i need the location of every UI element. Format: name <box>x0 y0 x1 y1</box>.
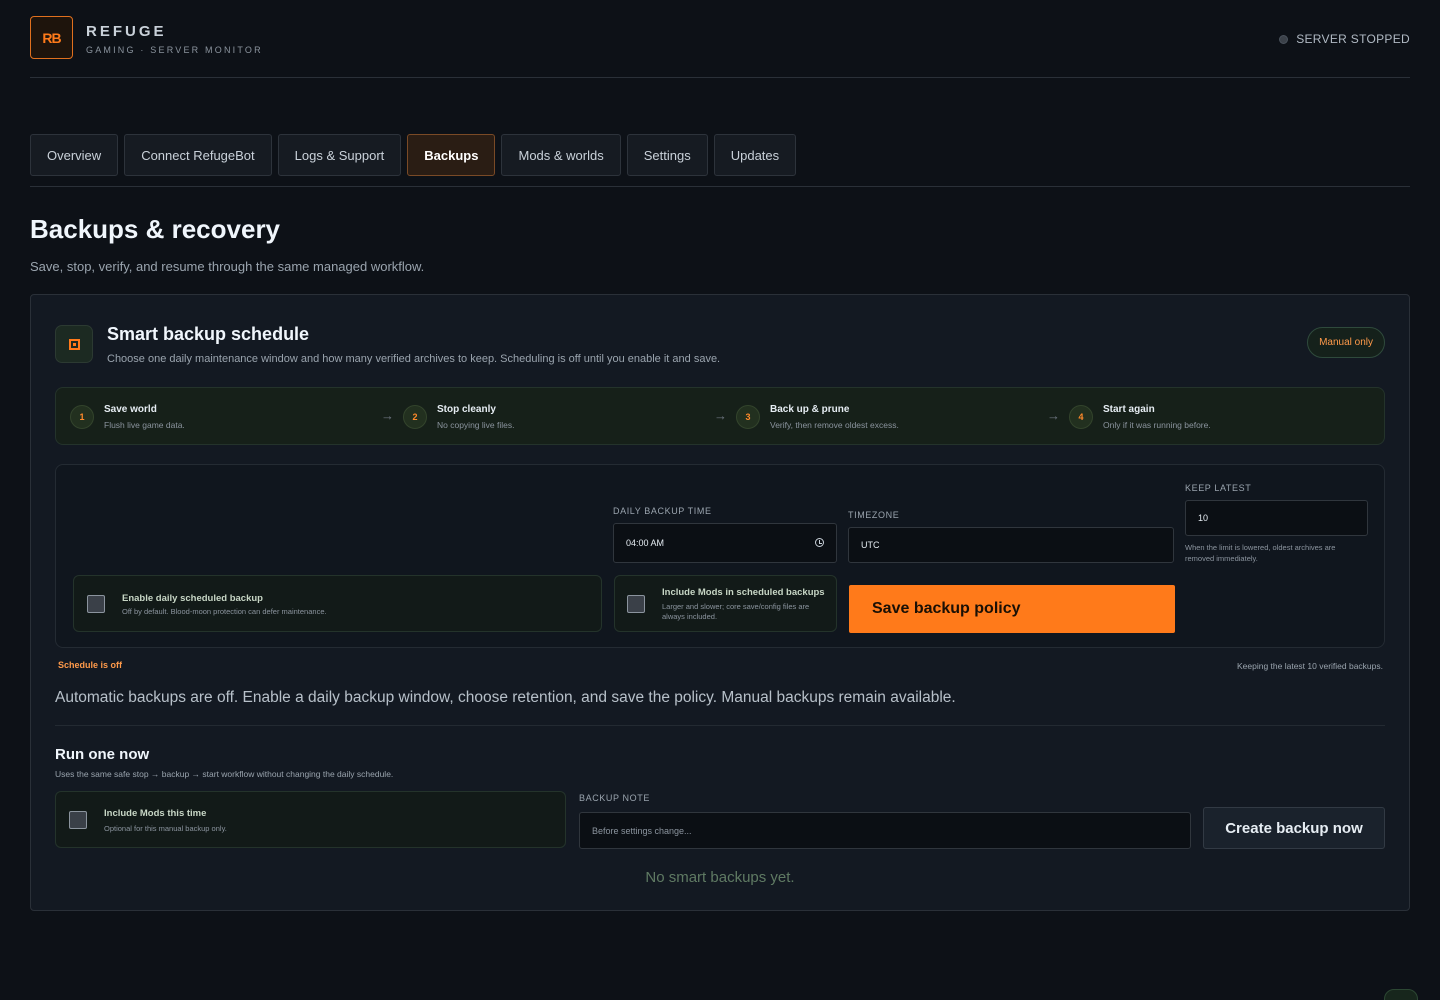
step-number: 3 <box>736 405 760 429</box>
step-desc: Flush live game data. <box>104 420 185 430</box>
step-title: Stop cleanly <box>437 404 496 415</box>
page-subtitle: Save, stop, verify, and resume through t… <box>30 259 425 274</box>
empty-backups-message: No smart backups yet. <box>645 869 795 886</box>
page-title: Backups & recovery <box>30 214 281 244</box>
step-title: Back up & prune <box>770 404 850 415</box>
include-mods-manual-option[interactable]: Include Mods this time Optional for this… <box>55 791 566 848</box>
step-stop-cleanly: 2 Stop cleanly No copying live files. <box>403 404 514 430</box>
tab-overview[interactable]: Overview <box>30 134 119 176</box>
include-mods-manual-checkbox[interactable] <box>69 811 87 829</box>
app-header: RB REFUGE GAMING · SERVER MONITOR SERVER… <box>30 16 1410 78</box>
manual-only-badge: Manual only <box>1307 327 1385 358</box>
backup-note-input[interactable] <box>579 812 1191 849</box>
policy-form: DAILY BACKUP TIME 04:00 AM TIMEZONE UTC … <box>55 464 1385 648</box>
daily-time-value: 04:00 AM <box>626 538 665 548</box>
save-backup-policy-button[interactable]: Save backup policy <box>849 585 1175 633</box>
keep-latest-value: 10 <box>1198 513 1209 523</box>
step-number: 4 <box>1069 405 1093 429</box>
backup-note-label: BACKUP NOTE <box>579 793 650 803</box>
include-mods-manual-desc: Optional for this manual backup only. <box>104 824 227 833</box>
server-status: SERVER STOPPED <box>1279 32 1410 46</box>
include-mods-scheduled-checkbox[interactable] <box>627 595 645 613</box>
timezone-value: UTC <box>861 540 880 550</box>
arrow-right-icon: → <box>1047 408 1060 423</box>
floating-action-button[interactable] <box>1384 989 1418 1000</box>
section-divider <box>55 725 1385 726</box>
schedule-icon <box>55 325 93 363</box>
logo-text: RB <box>42 29 61 46</box>
create-backup-now-button[interactable]: Create backup now <box>1203 807 1385 849</box>
tab-connect-refugebot[interactable]: Connect RefugeBot <box>124 134 272 176</box>
step-start-again: 4 Start again Only if it was running bef… <box>1069 404 1211 430</box>
tab-settings[interactable]: Settings <box>626 134 708 176</box>
brand-title: REFUGE <box>86 23 167 40</box>
tab-logs-support[interactable]: Logs & Support <box>277 134 402 176</box>
tabs-divider <box>30 186 1410 187</box>
main-tabs: Overview Connect RefugeBot Logs & Suppor… <box>30 134 797 176</box>
status-dot-icon <box>1279 34 1289 44</box>
step-back-up-prune: 3 Back up & prune Verify, then remove ol… <box>736 404 899 430</box>
keep-latest-help: When the limit is lowered, oldest archiv… <box>1185 543 1336 563</box>
server-status-text: SERVER STOPPED <box>1296 32 1410 46</box>
include-mods-scheduled-title: Include Mods in scheduled backups <box>662 587 825 598</box>
schedule-status: Schedule is off <box>58 660 123 670</box>
include-mods-scheduled-desc: Larger and slower; core save/config file… <box>662 602 810 621</box>
backup-schedule-card: Smart backup schedule Choose one daily m… <box>30 294 1410 911</box>
daily-time-label: DAILY BACKUP TIME <box>613 506 712 516</box>
schedule-subtitle: Choose one daily maintenance window and … <box>107 353 721 365</box>
arrow-right-icon: → <box>714 408 727 423</box>
step-save-world: 1 Save world Flush live game data. <box>70 404 185 430</box>
run-now-subtitle: Uses the same safe stop → backup → start… <box>55 769 394 779</box>
tab-backups[interactable]: Backups <box>407 134 496 176</box>
enable-schedule-desc: Off by default. Blood-moon protection ca… <box>122 607 327 616</box>
step-desc: Only if it was running before. <box>1103 420 1211 430</box>
clock-icon[interactable] <box>815 538 824 547</box>
keep-latest-input[interactable]: 10 <box>1185 500 1368 536</box>
keep-latest-label: KEEP LATEST <box>1185 483 1252 493</box>
tab-updates[interactable]: Updates <box>713 134 797 176</box>
enable-schedule-title: Enable daily scheduled backup <box>122 593 263 604</box>
timezone-input[interactable]: UTC <box>848 527 1174 563</box>
brand-logo: RB <box>30 16 73 59</box>
step-number: 1 <box>70 405 94 429</box>
timezone-label: TIMEZONE <box>848 510 900 520</box>
step-number: 2 <box>403 405 427 429</box>
step-title: Start again <box>1103 404 1155 415</box>
daily-time-input[interactable]: 04:00 AM <box>613 523 837 563</box>
include-mods-scheduled-option[interactable]: Include Mods in scheduled backups Larger… <box>614 575 837 632</box>
tab-mods-worlds[interactable]: Mods & worlds <box>501 134 621 176</box>
enable-schedule-checkbox[interactable] <box>87 595 105 613</box>
step-desc: No copying live files. <box>437 420 515 430</box>
include-mods-manual-title: Include Mods this time <box>104 808 207 819</box>
step-title: Save world <box>104 404 157 415</box>
brand-subtitle: GAMING · SERVER MONITOR <box>86 45 263 55</box>
run-now-title: Run one now <box>55 746 150 763</box>
schedule-title: Smart backup schedule <box>107 324 310 344</box>
step-desc: Verify, then remove oldest excess. <box>770 420 899 430</box>
arrow-right-icon: → <box>381 408 394 423</box>
workflow-steps: 1 Save world Flush live game data. → 2 S… <box>55 387 1385 445</box>
automatic-backups-message: Automatic backups are off. Enable a dail… <box>55 689 956 706</box>
enable-schedule-option[interactable]: Enable daily scheduled backup Off by def… <box>73 575 602 632</box>
retention-status: Keeping the latest 10 verified backups. <box>1236 661 1383 671</box>
